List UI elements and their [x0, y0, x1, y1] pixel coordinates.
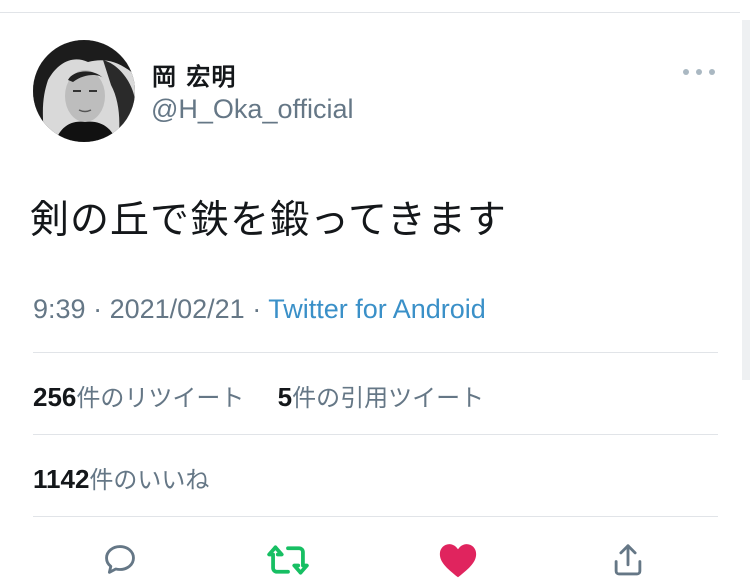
like-button[interactable]: [436, 538, 480, 579]
heart-icon: [439, 544, 477, 578]
quotes-count: 5: [277, 382, 293, 412]
tweet-source-link[interactable]: Twitter for Android: [268, 294, 486, 324]
likes-label: 件のいいね: [89, 466, 210, 494]
likes-stat[interactable]: 1142件のいいね: [33, 460, 209, 495]
reply-button[interactable]: [98, 538, 142, 579]
tweet-date: 2021/02/21: [109, 294, 245, 324]
retweets-stat[interactable]: 256件のリツイート: [33, 382, 245, 412]
dot: [696, 69, 702, 75]
dot: [709, 69, 715, 75]
retweet-icon: [267, 545, 309, 575]
meta-separator: ·: [244, 294, 269, 324]
meta-separator: ·: [85, 294, 110, 324]
top-divider: [0, 12, 740, 13]
likes-count: 1142: [33, 464, 90, 494]
divider: [33, 516, 718, 517]
scrollbar[interactable]: [742, 20, 750, 380]
share-icon: [614, 544, 642, 576]
divider: [33, 352, 718, 353]
tweet-text: 剣の丘で鉄を鍛ってきます: [30, 198, 507, 243]
quotes-stat[interactable]: 5件の引用ツイート: [277, 382, 485, 412]
share-button[interactable]: [606, 538, 650, 579]
retweets-label: 件のリツイート: [76, 384, 245, 412]
tweet-meta: 9:39 · 2021/02/21 · Twitter for Android: [33, 294, 486, 325]
avatar[interactable]: [33, 40, 135, 142]
author-name[interactable]: 岡 宏明: [152, 57, 236, 92]
share-stats: 256件のリツイート 5件の引用ツイート: [33, 378, 484, 413]
more-dots-icon[interactable]: [683, 66, 715, 78]
dot: [683, 69, 689, 75]
retweet-button[interactable]: [266, 538, 310, 579]
quotes-label: 件の引用ツイート: [292, 384, 485, 412]
speech-bubble-icon: [105, 545, 135, 574]
author-handle[interactable]: @H_Oka_official: [151, 94, 354, 125]
retweets-count: 256: [33, 382, 77, 412]
tweet-time: 9:39: [33, 294, 86, 324]
divider: [33, 434, 718, 435]
avatar-photo: [33, 40, 135, 142]
